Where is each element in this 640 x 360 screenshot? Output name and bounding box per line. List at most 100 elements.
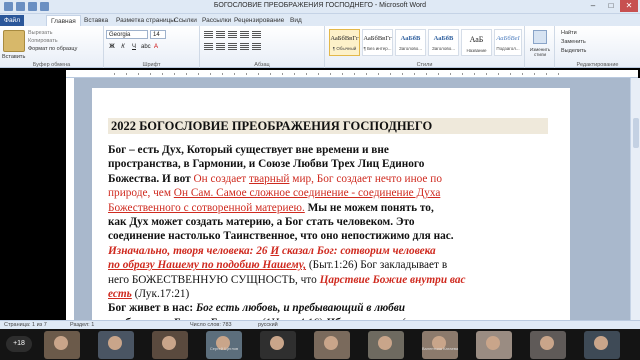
participant-video[interactable]: [314, 331, 350, 359]
paste-button[interactable]: Вставить: [2, 54, 25, 60]
italic-icon[interactable]: К: [119, 43, 127, 51]
avatar: [594, 336, 608, 350]
screen: БОГОСЛОВИЕ ПРЕОБРАЖЕНИЯ ГОСПОДНЕГО - Mic…: [0, 0, 640, 360]
style-subtitle[interactable]: АаБбВеІ Подзагол...: [494, 29, 522, 56]
document-line: Божества. И вот Он создает тварный мир, …: [108, 172, 548, 186]
participant-video[interactable]: [368, 331, 404, 359]
document-body[interactable]: Бог – есть Дух, Который существует вне в…: [108, 143, 548, 320]
align-center-icon[interactable]: [216, 43, 225, 50]
style-title[interactable]: АаБ Название: [461, 29, 492, 56]
participant-video[interactable]: [206, 331, 242, 359]
text-run: сказал Бог: сотворим человека: [279, 244, 436, 257]
copy-button[interactable]: Копировать: [28, 38, 58, 44]
document-line: Изначально, творя человека: 26 И сказал …: [108, 244, 548, 258]
style-name: Подзагол...: [496, 46, 520, 51]
participant-video[interactable]: [260, 331, 296, 359]
paste-icon[interactable]: [3, 30, 25, 52]
text-run: как Дух может создать материю, а Бог ста…: [108, 215, 415, 228]
text-run: И: [270, 244, 280, 257]
align-right-icon[interactable]: [228, 43, 237, 50]
participant-name: Сергей Щеглов: [209, 346, 239, 351]
document-line: Бог – есть Дух, Который существует вне в…: [108, 143, 548, 157]
style-sample: АаБбВеІ: [496, 35, 520, 42]
style-normal[interactable]: АаБбВвГг ¶ Обычный: [329, 29, 360, 56]
replace-button[interactable]: Заменить: [561, 39, 586, 45]
text-run: Бог – есть Дух, Который существует вне в…: [108, 144, 389, 156]
participant-count-badge[interactable]: +18: [6, 336, 32, 352]
text-run: Мы не можем понять то,: [304, 201, 434, 214]
font-size-select[interactable]: 14: [150, 30, 166, 39]
bold-icon[interactable]: Ж: [108, 43, 116, 51]
document-line: Бог живет в нас: Бог есть любовь, и преб…: [108, 301, 548, 315]
window-title: БОГОСЛОВИЕ ПРЕОБРАЖЕНИЯ ГОСПОДНЕГО - Mic…: [213, 2, 427, 9]
maximize-button[interactable]: □: [602, 0, 620, 12]
text-run: Бог живет в нас:: [108, 302, 196, 315]
tab-home[interactable]: Главная: [46, 15, 81, 26]
participant-video[interactable]: [476, 331, 512, 359]
style-heading-2[interactable]: АаБбВ Заголово...: [428, 29, 459, 56]
numbering-icon[interactable]: [216, 31, 225, 38]
change-styles-icon[interactable]: [533, 30, 547, 44]
participant-video[interactable]: [152, 331, 188, 359]
style-no-spacing[interactable]: АаБбВвГг ¶ Без интер...: [362, 29, 393, 56]
style-name: Заголово...: [432, 46, 455, 51]
tab-review[interactable]: Рецензирование: [230, 15, 288, 26]
participant-video[interactable]: [422, 331, 458, 359]
text-run: мир, Бог создает нечто иное по: [289, 172, 442, 185]
underline-icon[interactable]: Ч: [130, 43, 138, 51]
text-run: соединение настолько Таинственное, что о…: [108, 230, 454, 243]
close-button[interactable]: ✕: [620, 0, 638, 12]
document-page[interactable]: 2022 БОГОСЛОВИЕ ПРЕОБРАЖЕНИЯ ГОСПОДНЕГО …: [92, 88, 570, 320]
avatar: [324, 336, 338, 350]
ribbon: Вставить Вырезать Копировать Формат по о…: [0, 26, 640, 68]
align-buttons-row: [204, 43, 261, 50]
font-name-select[interactable]: Georgia: [106, 30, 148, 39]
tab-insert[interactable]: Вставка: [80, 15, 112, 26]
tab-file[interactable]: Файл: [0, 15, 24, 26]
align-left-icon[interactable]: [204, 43, 213, 50]
justify-icon[interactable]: [240, 43, 249, 50]
avatar: [540, 336, 554, 350]
participant-video[interactable]: [584, 331, 620, 359]
tab-references[interactable]: Ссылки: [170, 15, 201, 26]
styles-group: АаБбВвГг ¶ Обычный АаБбВвГг ¶ Без интер.…: [325, 26, 525, 68]
font-color-icon[interactable]: А: [152, 43, 160, 51]
horizontal-ruler[interactable]: [66, 70, 638, 78]
decrease-indent-icon[interactable]: [240, 31, 249, 38]
bullets-icon[interactable]: [204, 31, 213, 38]
strikethrough-icon[interactable]: abc: [141, 43, 151, 51]
participant-video[interactable]: [44, 331, 80, 359]
style-sample: АаБбВвГг: [330, 35, 359, 42]
multilevel-list-icon[interactable]: [228, 31, 237, 38]
line-spacing-icon[interactable]: [252, 43, 261, 50]
cut-button[interactable]: Вырезать: [28, 30, 52, 36]
tab-page-layout[interactable]: Разметка страницы: [112, 15, 179, 26]
styles-group-label: Стили: [416, 62, 433, 68]
vertical-ruler[interactable]: [66, 78, 74, 320]
paragraph-group: Абзац: [200, 26, 325, 68]
editing-group: Найти Заменить Выделить Редактирование: [555, 26, 640, 68]
font-group: Georgia 14 Ж К Ч abc А Шрифт: [104, 26, 200, 68]
document-line: соединение настолько Таинственное, что о…: [108, 229, 548, 243]
vertical-scrollbar[interactable]: [630, 78, 640, 320]
style-heading-1[interactable]: АаБбВ Заголово...: [395, 29, 426, 56]
style-sample: АаБбВвГг: [363, 35, 392, 42]
scrollbar-thumb[interactable]: [633, 118, 639, 148]
participant-video[interactable]: [530, 331, 566, 359]
text-run: есть: [108, 287, 132, 300]
select-button[interactable]: Выделить: [561, 48, 586, 54]
document-line: есть (Лук.17:21): [108, 287, 548, 301]
document-line: как Дух может создать материю, а Бог ста…: [108, 215, 548, 229]
editing-group-label: Редактирование: [576, 62, 619, 68]
increase-indent-icon[interactable]: [252, 31, 261, 38]
find-button[interactable]: Найти: [561, 30, 577, 36]
tab-view[interactable]: Вид: [286, 15, 306, 26]
document-line: природе, чем Он Сам. Самое сложное соеди…: [108, 186, 548, 200]
font-format-row: Ж К Ч abc А: [108, 43, 160, 51]
minimize-button[interactable]: –: [584, 0, 602, 12]
participant-video[interactable]: [98, 331, 134, 359]
text-run: Божества. И вот: [108, 172, 194, 185]
text-run: Бог есть любовь, и пребывающий в любви: [195, 302, 406, 315]
change-styles-button[interactable]: Изменить стили: [526, 47, 554, 57]
format-painter-button[interactable]: Формат по образцу: [28, 46, 77, 52]
